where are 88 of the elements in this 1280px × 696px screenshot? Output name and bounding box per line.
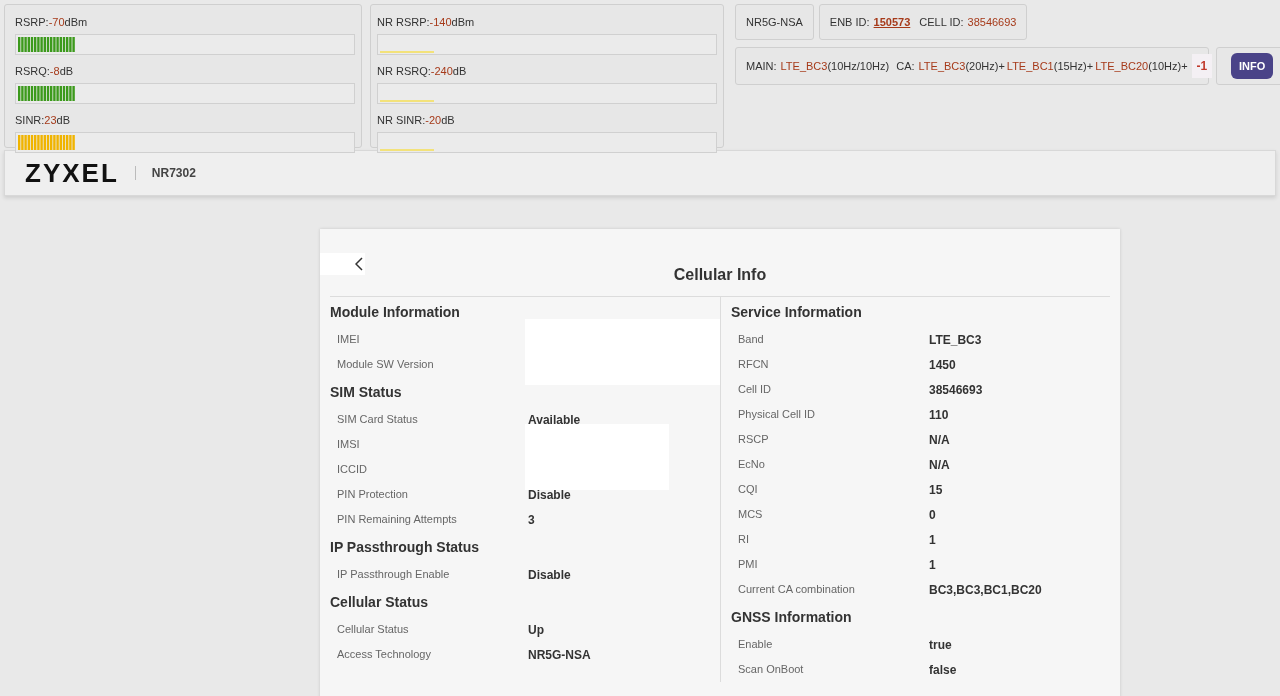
- ca-label: CA:: [896, 58, 915, 74]
- field-value: NR5G-NSA: [528, 646, 591, 664]
- field-label: SIM Card Status: [337, 412, 419, 428]
- field-value: Disable: [528, 486, 571, 504]
- field-label: Module SW Version: [337, 357, 435, 373]
- field-value: 3: [528, 511, 535, 529]
- band-name: LTE_BC20: [1095, 58, 1149, 74]
- field-value: 1: [929, 556, 936, 574]
- section-heading: Service Information: [731, 302, 863, 322]
- meter-label: NR SINR:: [377, 114, 426, 126]
- field-label: RFCN: [738, 357, 770, 373]
- meter-value: -240: [430, 65, 453, 77]
- meter-unit: dB: [441, 114, 455, 126]
- meter-value: -70: [48, 16, 65, 28]
- meter-value: 23: [44, 114, 57, 126]
- field-value: 110: [929, 406, 949, 424]
- band-name: LTE_BC3: [918, 58, 966, 74]
- field-value: 1450: [929, 356, 956, 374]
- band-width: (10Hz)+: [1148, 58, 1188, 74]
- info-button[interactable]: INFO: [1231, 53, 1274, 79]
- field-value: N/A: [929, 456, 950, 474]
- meter-value: -140: [429, 16, 452, 28]
- field-value: false: [929, 661, 957, 679]
- field-label: PMI: [738, 557, 759, 573]
- band-width: (15Hz)+: [1053, 58, 1094, 74]
- section-heading: GNSS Information: [731, 607, 853, 627]
- field-label: CQI: [738, 482, 759, 498]
- back-button[interactable]: [320, 253, 365, 275]
- field-label: PIN Protection: [337, 487, 409, 503]
- section-heading: Module Information: [330, 302, 461, 322]
- field-label: EcNo: [738, 457, 766, 473]
- field-label: Cell ID: [738, 382, 772, 398]
- field-label: PIN Remaining Attempts: [337, 512, 458, 528]
- field-label: RSCP: [738, 432, 770, 448]
- card-title: Cellular Info: [673, 265, 767, 285]
- enb-link[interactable]: 150573: [873, 13, 911, 31]
- field-label: Access Technology: [337, 647, 432, 663]
- band-width: (20Hz)+: [965, 58, 1005, 74]
- meter-unit: dBm: [451, 16, 475, 28]
- field-label: Physical Cell ID: [738, 407, 817, 423]
- section-heading: SIM Status: [330, 382, 403, 402]
- meter-value: -20: [425, 114, 442, 126]
- meter-label: SINR:: [15, 114, 45, 126]
- band-width: (10Hz/10Hz): [827, 58, 890, 74]
- field-label: RI: [738, 532, 750, 548]
- meter-label: NR RSRP:: [377, 16, 430, 28]
- field-label: ICCID: [337, 462, 368, 478]
- back-icon: [355, 257, 363, 271]
- field-value: 15: [929, 481, 943, 499]
- field-value: BC3,BC3,BC1,BC20: [929, 581, 1042, 599]
- field-label: IMEI: [337, 332, 361, 348]
- field-label: IP Passthrough Enable: [337, 567, 451, 583]
- meter-unit: dBm: [64, 16, 88, 28]
- section-heading: IP Passthrough Status: [330, 537, 481, 557]
- meter-label: RSRQ:: [15, 65, 50, 77]
- field-label: Band: [738, 332, 765, 348]
- field-label: MCS: [738, 507, 764, 523]
- meter-label: RSRP:: [15, 16, 49, 28]
- field-label: IMSI: [337, 437, 361, 453]
- band-name: LTE_BC1: [1006, 58, 1054, 74]
- brand-logo: ZYXEL: [25, 156, 119, 190]
- field-label: Cellular Status: [337, 622, 410, 638]
- field-value: 1: [929, 531, 936, 549]
- field-value: Disable: [528, 566, 571, 584]
- offset-badge: -1: [1191, 54, 1213, 78]
- main-label: MAIN:: [746, 58, 777, 74]
- meter-unit: dB: [59, 65, 74, 77]
- field-label: Scan OnBoot: [738, 662, 805, 678]
- field-value: 0: [929, 506, 936, 524]
- meter-label: NR RSRQ:: [377, 65, 431, 77]
- model-name: NR7302: [151, 165, 196, 182]
- meter-unit: dB: [56, 114, 71, 126]
- network-mode: NR5G-NSA: [735, 4, 814, 40]
- cell-value: 38546693: [967, 14, 1017, 30]
- field-value: Available: [528, 411, 581, 429]
- band-name: LTE_BC3: [780, 58, 828, 74]
- cell-label: CELL ID:: [919, 14, 964, 30]
- field-value: true: [929, 636, 952, 654]
- section-heading: Cellular Status: [330, 592, 430, 612]
- meter-value: -8: [49, 65, 60, 77]
- field-value: LTE_BC3: [929, 331, 982, 349]
- meter-unit: dB: [452, 65, 467, 77]
- enb-label: ENB ID:: [829, 14, 870, 30]
- field-value: N/A: [929, 431, 950, 449]
- field-label: Current CA combination: [738, 582, 856, 598]
- field-label: Enable: [738, 637, 774, 653]
- field-value: Up: [528, 621, 544, 639]
- field-value: 38546693: [929, 381, 983, 399]
